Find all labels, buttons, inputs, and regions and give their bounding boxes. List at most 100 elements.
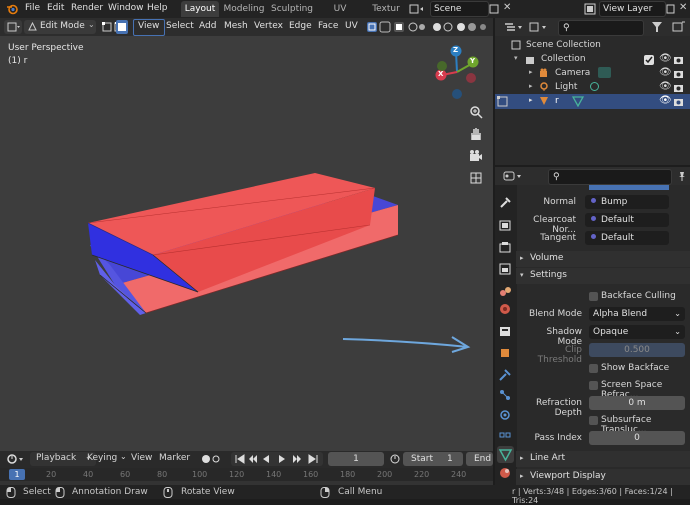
overlay-buttons[interactable] [431, 20, 487, 34]
outliner-light[interactable]: Light [555, 82, 577, 92]
clock-icon[interactable] [389, 452, 401, 466]
pan-hand-icon[interactable] [468, 126, 484, 142]
view-layer-selector[interactable]: View Layer [599, 1, 666, 17]
view-layer-icon[interactable] [584, 3, 596, 15]
menu-file[interactable]: File [25, 3, 40, 13]
scene-selector[interactable]: Scene [430, 1, 489, 17]
eye-icon[interactable]: 👁 [659, 81, 672, 92]
viewport-display-panel-header[interactable]: ▸ Viewport Display [516, 469, 690, 485]
clip-threshold-field[interactable]: 0.500 [589, 343, 685, 357]
clearcoat-normal-field[interactable]: Default [585, 213, 669, 227]
menu-uv[interactable]: UV [345, 21, 358, 31]
close-icon[interactable]: ✕ [679, 2, 689, 14]
particles-tab-icon[interactable] [498, 388, 512, 402]
close-icon[interactable]: ✕ [503, 2, 513, 14]
playhead[interactable]: 1 [9, 469, 25, 480]
blend-mode-select[interactable]: Alpha Blend ⌄ [589, 307, 685, 321]
new-collection-icon[interactable] [672, 21, 686, 33]
menu-add[interactable]: Add [199, 21, 216, 31]
render-tab-icon[interactable] [498, 218, 512, 232]
shadow-mode-select[interactable]: Opaque ⌄ [589, 325, 685, 339]
collection-checkbox[interactable] [644, 55, 654, 65]
pass-index-field[interactable]: 0 [589, 431, 685, 445]
scene-tab-icon[interactable] [498, 284, 512, 298]
output-tab-icon[interactable] [498, 240, 512, 254]
view-layer-tab-icon[interactable] [498, 262, 512, 276]
edit-mode-icon[interactable] [497, 96, 508, 107]
mesh-data-icon[interactable] [571, 95, 585, 108]
outliner-editor-icon[interactable] [503, 21, 523, 33]
material-tab-icon[interactable] [498, 466, 512, 480]
tab-layout[interactable]: Layout [181, 1, 219, 17]
modifier-tab-icon[interactable] [498, 368, 512, 382]
chevron-right-icon[interactable]: ▸ [529, 82, 533, 90]
timeline-view-menu[interactable]: View [131, 453, 152, 463]
end-frame-field[interactable]: End [466, 452, 493, 466]
face-select-icon[interactable] [116, 20, 128, 34]
zoom-icon[interactable] [468, 104, 484, 120]
line-art-panel-header[interactable]: ▸ Line Art [516, 451, 690, 467]
mesh-object-r[interactable] [80, 165, 410, 320]
outliner-scene-collection[interactable]: Scene Collection [526, 40, 601, 50]
chevron-down-icon[interactable]: ▾ [514, 54, 518, 62]
blender-logo-icon[interactable] [6, 3, 18, 15]
tangent-field[interactable]: Default [585, 231, 669, 245]
show-backface-checkbox[interactable] [589, 364, 598, 373]
refraction-depth-field[interactable]: 0 m [589, 396, 685, 410]
menu-edit[interactable]: Edit [47, 3, 64, 13]
camera-data-icon[interactable] [598, 67, 611, 78]
chevron-right-icon[interactable]: ▸ [529, 96, 533, 104]
timeline-marker-menu[interactable]: Marker [159, 453, 190, 463]
physics-tab-icon[interactable] [498, 408, 512, 422]
constraints-tab-icon[interactable] [498, 428, 512, 442]
camera-render-icon[interactable] [673, 83, 684, 93]
start-frame-field[interactable]: Start 1 [403, 452, 463, 466]
navigation-gizmo[interactable]: Z Y X [430, 42, 490, 102]
menu-select[interactable]: Select [166, 21, 194, 31]
current-frame-field[interactable]: 1 [328, 452, 384, 466]
keying-menu[interactable]: Keying ⌄ [83, 452, 131, 466]
display-mode-icon[interactable] [528, 21, 548, 33]
tab-texture[interactable]: Textur [369, 1, 403, 17]
camera-render-icon[interactable] [673, 97, 684, 107]
eye-icon[interactable]: 👁 [659, 67, 672, 78]
pin-icon[interactable] [677, 171, 687, 181]
outliner-collection[interactable]: Collection [541, 54, 586, 64]
world-tab-icon[interactable] [498, 302, 512, 316]
tool-tab-icon[interactable] [498, 196, 512, 210]
normal-field[interactable]: Bump [585, 195, 669, 209]
settings-panel-header[interactable]: ▾ Settings [516, 268, 690, 284]
copy-icon[interactable] [666, 3, 676, 15]
copy-icon[interactable] [488, 3, 500, 15]
tab-uv-editing[interactable]: UV Editing [317, 1, 363, 30]
light-data-icon[interactable] [589, 81, 600, 92]
eye-icon[interactable]: 👁 [659, 95, 672, 106]
mode-selector[interactable]: Edit Mode ⌄ [24, 20, 96, 34]
subsurface-translucency-checkbox[interactable] [589, 416, 598, 425]
mesh-data-tab-icon[interactable] [497, 446, 514, 463]
outliner-r[interactable]: r [555, 96, 559, 106]
collection-tab-icon[interactable] [498, 324, 512, 338]
filter-icon[interactable] [651, 21, 667, 33]
menu-view[interactable]: View [138, 21, 159, 31]
vertex-select-icon[interactable] [102, 20, 112, 34]
backface-culling-checkbox[interactable] [589, 292, 598, 301]
camera-render-icon[interactable] [673, 55, 684, 65]
tab-sculpting[interactable]: Sculpting [270, 1, 314, 17]
grid-view-icon[interactable] [468, 170, 484, 186]
outliner-search-input[interactable]: ⚲ [558, 20, 644, 36]
menu-vertex[interactable]: Vertex [254, 21, 283, 31]
menu-mesh[interactable]: Mesh [224, 21, 248, 31]
editor-type-button[interactable] [4, 20, 22, 34]
menu-window[interactable]: Window [108, 3, 144, 13]
outliner-camera[interactable]: Camera [555, 68, 590, 78]
menu-face[interactable]: Face [318, 21, 338, 31]
record-icon[interactable] [199, 452, 221, 466]
menu-edge[interactable]: Edge [289, 21, 312, 31]
screen-space-refraction-checkbox[interactable] [589, 381, 598, 390]
playback-controls[interactable] [231, 452, 323, 466]
tab-modeling[interactable]: Modeling [222, 1, 266, 17]
chevron-right-icon[interactable]: ▸ [529, 68, 533, 76]
camera-render-icon[interactable] [673, 69, 684, 79]
eye-icon[interactable]: 👁 [659, 53, 672, 64]
